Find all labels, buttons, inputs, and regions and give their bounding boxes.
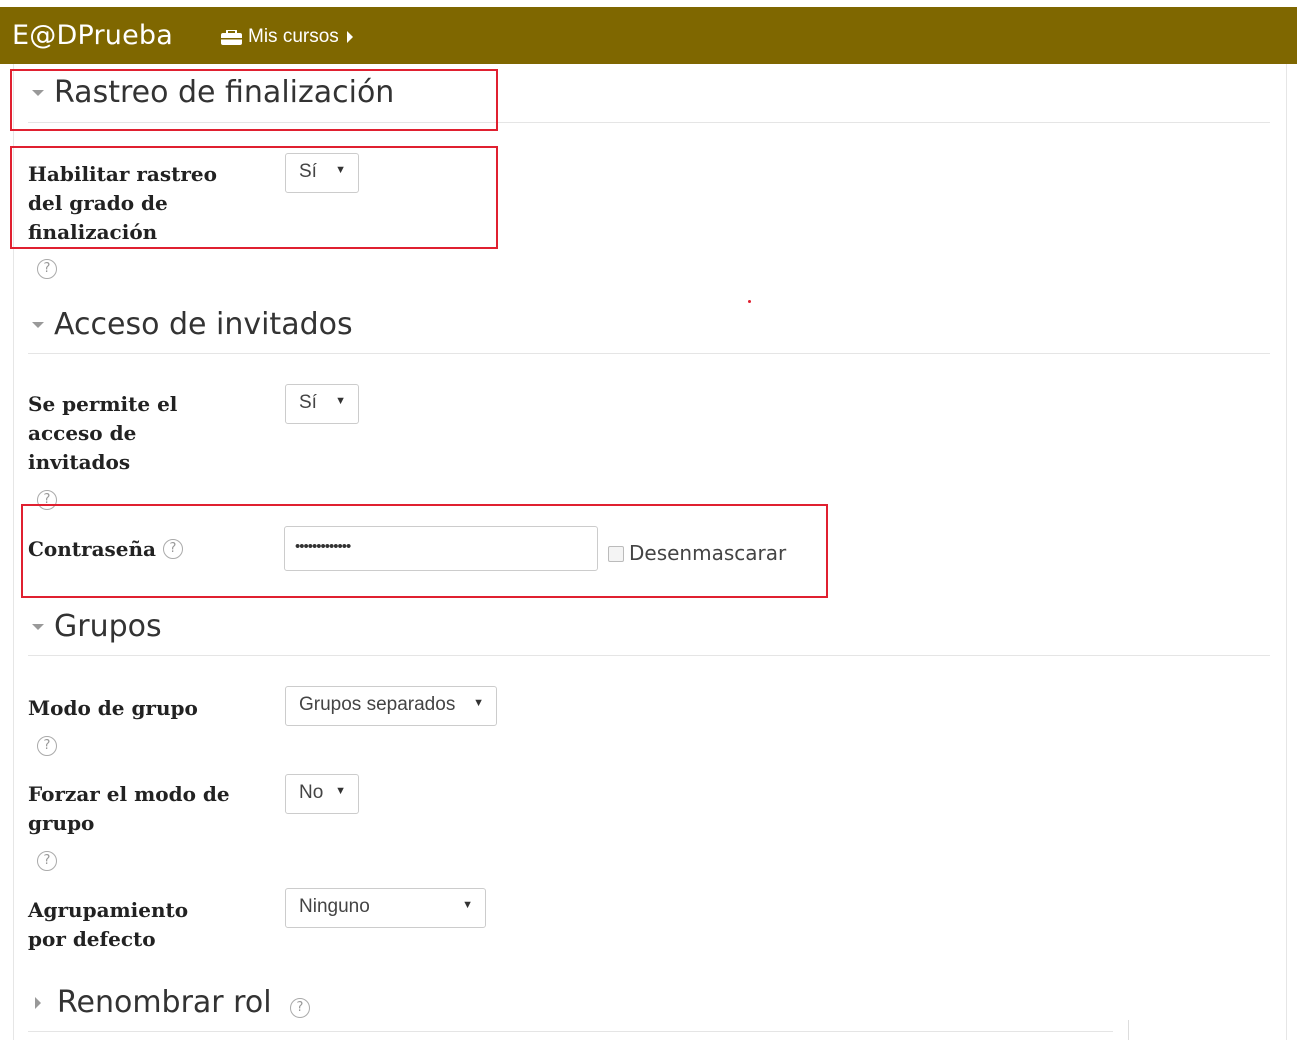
section-roles-title: Renombrar rol	[57, 985, 272, 1020]
highlight-box	[21, 504, 828, 598]
force-group-select[interactable]: No ▼	[285, 774, 359, 814]
briefcase-icon	[221, 29, 242, 45]
help-icon[interactable]: ?	[37, 259, 57, 279]
highlight-box	[10, 146, 498, 249]
force-group-value: No	[299, 782, 324, 803]
dropdown-arrow-icon: ▼	[462, 899, 473, 911]
default-grouping-value: Ninguno	[299, 896, 370, 917]
annotation-dot	[748, 300, 751, 303]
force-group-label: Forzar el modo de grupo	[28, 782, 230, 835]
expand-arrow-icon	[35, 997, 41, 1009]
section-groups-header[interactable]: Grupos	[32, 610, 162, 644]
caret-right-icon	[346, 31, 353, 43]
group-mode-label: Modo de grupo	[28, 696, 198, 720]
top-navbar: E@DPrueba Mis cursos	[0, 7, 1297, 64]
site-brand[interactable]: E@DPrueba	[12, 21, 173, 51]
section-guest-title: Acceso de invitados	[54, 307, 353, 342]
divider-line	[1128, 1020, 1129, 1040]
collapse-arrow-icon	[32, 624, 44, 630]
section-roles-header[interactable]: Renombrar rol	[32, 986, 272, 1020]
guest-access-label: Se permite el acceso de invitados	[28, 392, 178, 474]
section-groups-title: Grupos	[54, 609, 162, 644]
help-icon[interactable]: ?	[290, 998, 310, 1018]
section-divider	[28, 353, 1270, 354]
collapse-arrow-icon	[32, 322, 44, 328]
guest-access-value: Sí	[299, 392, 317, 413]
help-icon[interactable]: ?	[37, 851, 57, 871]
section-guest-header[interactable]: Acceso de invitados	[32, 308, 353, 342]
guest-access-select[interactable]: Sí ▼	[285, 384, 359, 424]
section-divider	[28, 1031, 1113, 1032]
dropdown-arrow-icon: ▼	[335, 395, 346, 407]
dropdown-arrow-icon: ▼	[335, 785, 346, 797]
my-courses-label: Mis cursos	[248, 26, 339, 47]
default-grouping-select[interactable]: Ninguno ▼	[285, 888, 486, 928]
default-grouping-label: Agrupamiento por defecto	[28, 898, 189, 951]
my-courses-menu[interactable]: Mis cursos	[221, 26, 353, 48]
highlight-box	[10, 69, 498, 131]
help-icon[interactable]: ?	[37, 736, 57, 756]
section-divider	[28, 655, 1270, 656]
group-mode-select[interactable]: Grupos separados ▼	[285, 686, 497, 726]
dropdown-arrow-icon: ▼	[473, 697, 484, 709]
group-mode-value: Grupos separados	[299, 694, 456, 715]
